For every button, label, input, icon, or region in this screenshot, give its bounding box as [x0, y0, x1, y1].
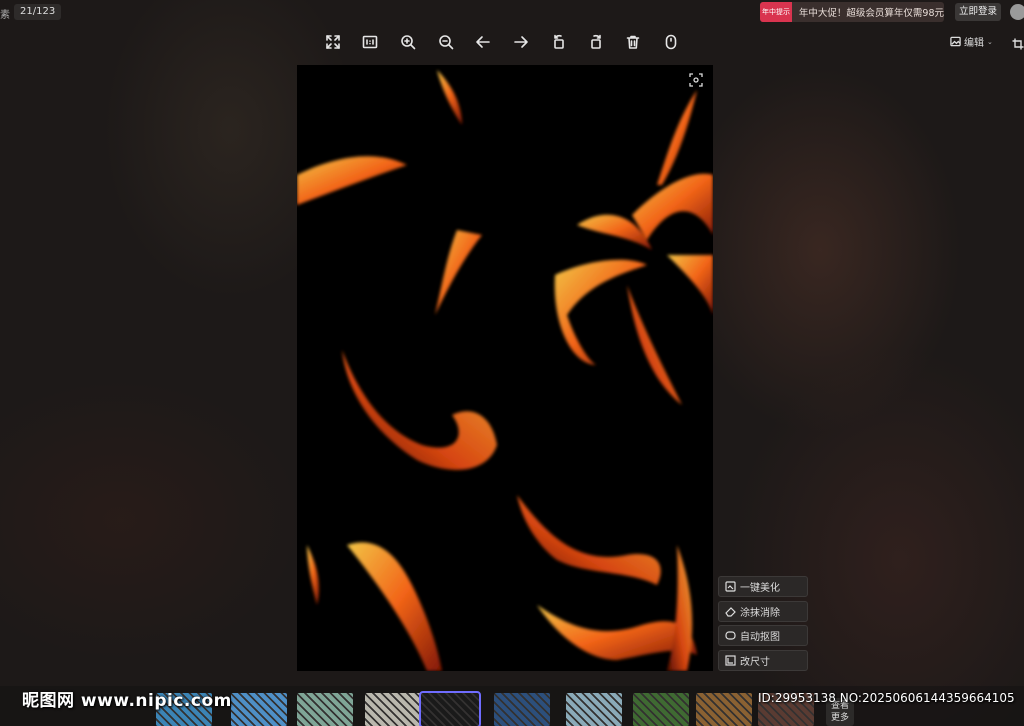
beautify-button[interactable]: 一键美化 [718, 576, 808, 597]
arrow-left-icon[interactable] [472, 31, 494, 53]
main-image [297, 65, 713, 671]
avatar[interactable] [1010, 4, 1024, 20]
flame-artwork [297, 70, 713, 671]
thumbnail[interactable] [231, 693, 287, 726]
original-size-icon[interactable] [359, 31, 381, 53]
promo-text: 年中大促！超级会员算年仅需98元 [798, 8, 944, 19]
cutout-icon [725, 631, 736, 640]
rotate-right-icon[interactable] [585, 31, 607, 53]
cutout-button[interactable]: 自动抠图 [718, 625, 808, 646]
fit-screen-icon[interactable] [689, 72, 705, 88]
thumbnail[interactable] [696, 693, 752, 726]
ai-tools-panel: 一键美化 涂抹消除 自动抠图 改尺寸 [718, 576, 808, 674]
edit-menu[interactable]: 编辑 ⌄ [950, 34, 993, 49]
thumbnail[interactable] [297, 693, 353, 726]
thumbnail[interactable] [633, 693, 689, 726]
tool-label: 一键美化 [740, 583, 780, 594]
beautify-icon [725, 581, 736, 592]
resize-button[interactable]: 改尺寸 [718, 649, 808, 671]
thumbnail[interactable] [566, 693, 622, 726]
watermark-brand: 昵图网 www.nipic.com [22, 691, 232, 711]
edit-label: 编辑 [964, 38, 984, 49]
fullscreen-icon[interactable] [322, 31, 344, 53]
image-edit-icon [950, 36, 961, 47]
promo-banner[interactable]: 年中提示 年中大促！超级会员算年仅需98元 [760, 2, 944, 22]
thumbnail[interactable] [419, 691, 481, 726]
watermark-id: ID:29953138 NO:20250606144359664105 [758, 691, 1015, 705]
zoom-out-icon[interactable] [435, 31, 457, 53]
image-counter: 21/123 [14, 4, 62, 20]
tool-label: 改尺寸 [740, 656, 770, 668]
tool-label: 自动抠图 [740, 632, 780, 643]
promo-badge: 年中提示 [760, 2, 792, 22]
tool-label: 涂抹消除 [740, 607, 780, 619]
mouse-icon[interactable] [660, 31, 682, 53]
login-button[interactable]: 立即登录 [955, 3, 1001, 21]
zoom-in-icon[interactable] [397, 31, 419, 53]
arrow-right-icon[interactable] [510, 31, 532, 53]
thumbnail[interactable] [494, 693, 550, 726]
rotate-left-icon[interactable] [548, 31, 570, 53]
chevron-down-icon: ⌄ [987, 37, 993, 46]
resize-icon [725, 654, 736, 666]
thumbnail[interactable] [365, 693, 421, 726]
crop-icon[interactable] [1012, 35, 1024, 50]
delete-icon[interactable] [622, 31, 644, 53]
eraser-button[interactable]: 涂抹消除 [718, 600, 808, 622]
eraser-icon [725, 606, 736, 617]
truncated-label: 素 [0, 10, 10, 21]
